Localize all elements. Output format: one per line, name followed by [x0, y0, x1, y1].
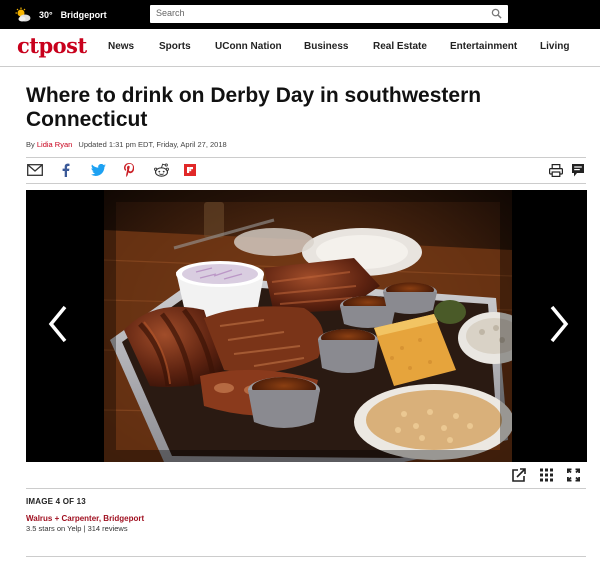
- print-icon[interactable]: [549, 163, 563, 177]
- email-icon[interactable]: [27, 163, 43, 177]
- photo-gallery: [26, 190, 587, 462]
- nav-item-news[interactable]: News: [108, 41, 134, 52]
- divider: [26, 556, 586, 557]
- search-icon[interactable]: [491, 8, 502, 19]
- fullscreen-icon[interactable]: [567, 468, 580, 482]
- main-nav: ctpost News Sports UConn Nation Business…: [0, 29, 600, 67]
- external-link-icon[interactable]: [512, 468, 526, 482]
- article-title: Where to drink on Derby Day in southwest…: [26, 84, 586, 132]
- twitter-icon[interactable]: [90, 163, 106, 177]
- nav-item-living[interactable]: Living: [540, 41, 569, 52]
- image-counter: IMAGE 4 OF 13: [26, 497, 86, 506]
- top-bar: 30° Bridgeport Search: [0, 0, 600, 29]
- grid-icon[interactable]: [540, 468, 553, 482]
- nav-item-entertainment[interactable]: Entertainment: [450, 41, 517, 52]
- caption-title: Walrus + Carpenter, Bridgeport: [26, 514, 145, 523]
- nav-item-sports[interactable]: Sports: [159, 41, 191, 52]
- pinterest-icon[interactable]: [123, 163, 135, 177]
- gallery-photo: [104, 190, 512, 462]
- site-logo[interactable]: ctpost: [17, 33, 87, 58]
- nav-item-real-estate[interactable]: Real Estate: [373, 41, 427, 52]
- weather-temp: 30°: [39, 9, 53, 20]
- flipboard-icon[interactable]: [184, 163, 196, 177]
- byline: By Lidia Ryan Updated 1:31 pm EDT, Frida…: [26, 140, 227, 149]
- weather-widget[interactable]: 30° Bridgeport: [15, 6, 135, 23]
- article-title-line1: Where to drink on Derby Day in southwest…: [26, 84, 482, 107]
- gallery-prev-arrow-icon[interactable]: [46, 304, 70, 344]
- facebook-icon[interactable]: [61, 163, 71, 177]
- article-title-line2: Connecticut: [26, 108, 148, 131]
- partly-cloudy-icon: [15, 7, 31, 21]
- caption-subtext: 3.5 stars on Yelp | 314 reviews: [26, 524, 128, 533]
- author-link[interactable]: Lidia Ryan: [37, 140, 72, 149]
- divider: [26, 183, 586, 184]
- search-input[interactable]: Search: [150, 5, 508, 23]
- nav-item-business[interactable]: Business: [304, 41, 348, 52]
- updated-timestamp: Updated 1:31 pm EDT, Friday, April 27, 2…: [78, 140, 227, 149]
- search-placeholder: Search: [156, 8, 185, 18]
- byline-prefix: By: [26, 140, 35, 149]
- divider: [26, 157, 586, 158]
- gallery-next-arrow-icon[interactable]: [547, 304, 571, 344]
- nav-item-uconn-nation[interactable]: UConn Nation: [215, 41, 282, 52]
- divider: [26, 488, 586, 489]
- reddit-icon[interactable]: [153, 163, 169, 177]
- weather-city: Bridgeport: [60, 9, 107, 20]
- comment-icon[interactable]: [572, 163, 584, 177]
